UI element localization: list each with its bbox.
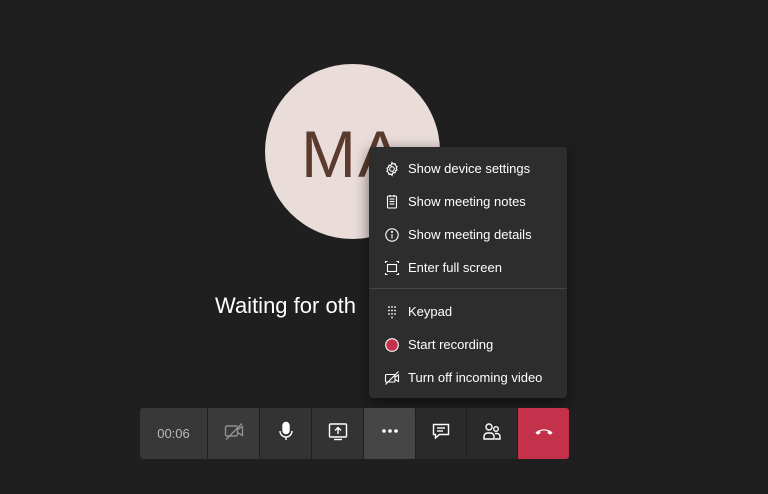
hang-up-icon: [533, 420, 555, 447]
share-screen-button[interactable]: [312, 408, 363, 459]
info-icon: [383, 226, 401, 244]
camera-toggle-button[interactable]: [208, 408, 259, 459]
chat-icon: [430, 420, 452, 447]
record-icon: [383, 336, 401, 354]
menu-item-meeting-notes[interactable]: Show meeting notes: [369, 185, 567, 218]
menu-item-incoming-video[interactable]: Turn off incoming video: [369, 361, 567, 394]
video-off-icon: [383, 369, 401, 387]
menu-item-device-settings[interactable]: Show device settings: [369, 152, 567, 185]
menu-item-label: Show meeting details: [408, 227, 532, 242]
participants-button[interactable]: [467, 408, 517, 459]
menu-item-meeting-details[interactable]: Show meeting details: [369, 218, 567, 251]
more-options-menu: Show device settings Show meeting notes: [369, 147, 567, 398]
more-options-button[interactable]: [364, 408, 415, 459]
microphone-icon: [275, 420, 297, 447]
menu-item-label: Start recording: [408, 337, 494, 352]
video-off-icon: [223, 420, 245, 447]
menu-divider: [369, 288, 567, 289]
waiting-status: Waiting for oth: [215, 293, 357, 318]
menu-item-start-recording[interactable]: Start recording: [369, 328, 567, 361]
menu-item-label: Show meeting notes: [408, 194, 526, 209]
menu-item-keypad[interactable]: Keypad: [369, 295, 567, 328]
participants-icon: [481, 420, 503, 447]
chat-button[interactable]: [416, 408, 466, 459]
keypad-icon: [383, 303, 401, 321]
fullscreen-icon: [383, 259, 401, 277]
call-toolbar: 00:06: [140, 408, 569, 459]
share-screen-icon: [327, 420, 349, 447]
notes-icon: [383, 193, 401, 211]
gear-icon: [383, 160, 401, 178]
more-options-icon: [379, 420, 401, 447]
call-stage: MA Waiting for oth Show device settings: [0, 0, 768, 494]
menu-item-full-screen[interactable]: Enter full screen: [369, 251, 567, 284]
menu-item-label: Enter full screen: [408, 260, 502, 275]
menu-item-label: Turn off incoming video: [408, 370, 543, 385]
menu-item-label: Show device settings: [408, 161, 531, 176]
menu-item-label: Keypad: [408, 304, 453, 319]
microphone-button[interactable]: [260, 408, 311, 459]
call-timer: 00:06: [140, 408, 207, 459]
hang-up-button[interactable]: [518, 408, 569, 459]
